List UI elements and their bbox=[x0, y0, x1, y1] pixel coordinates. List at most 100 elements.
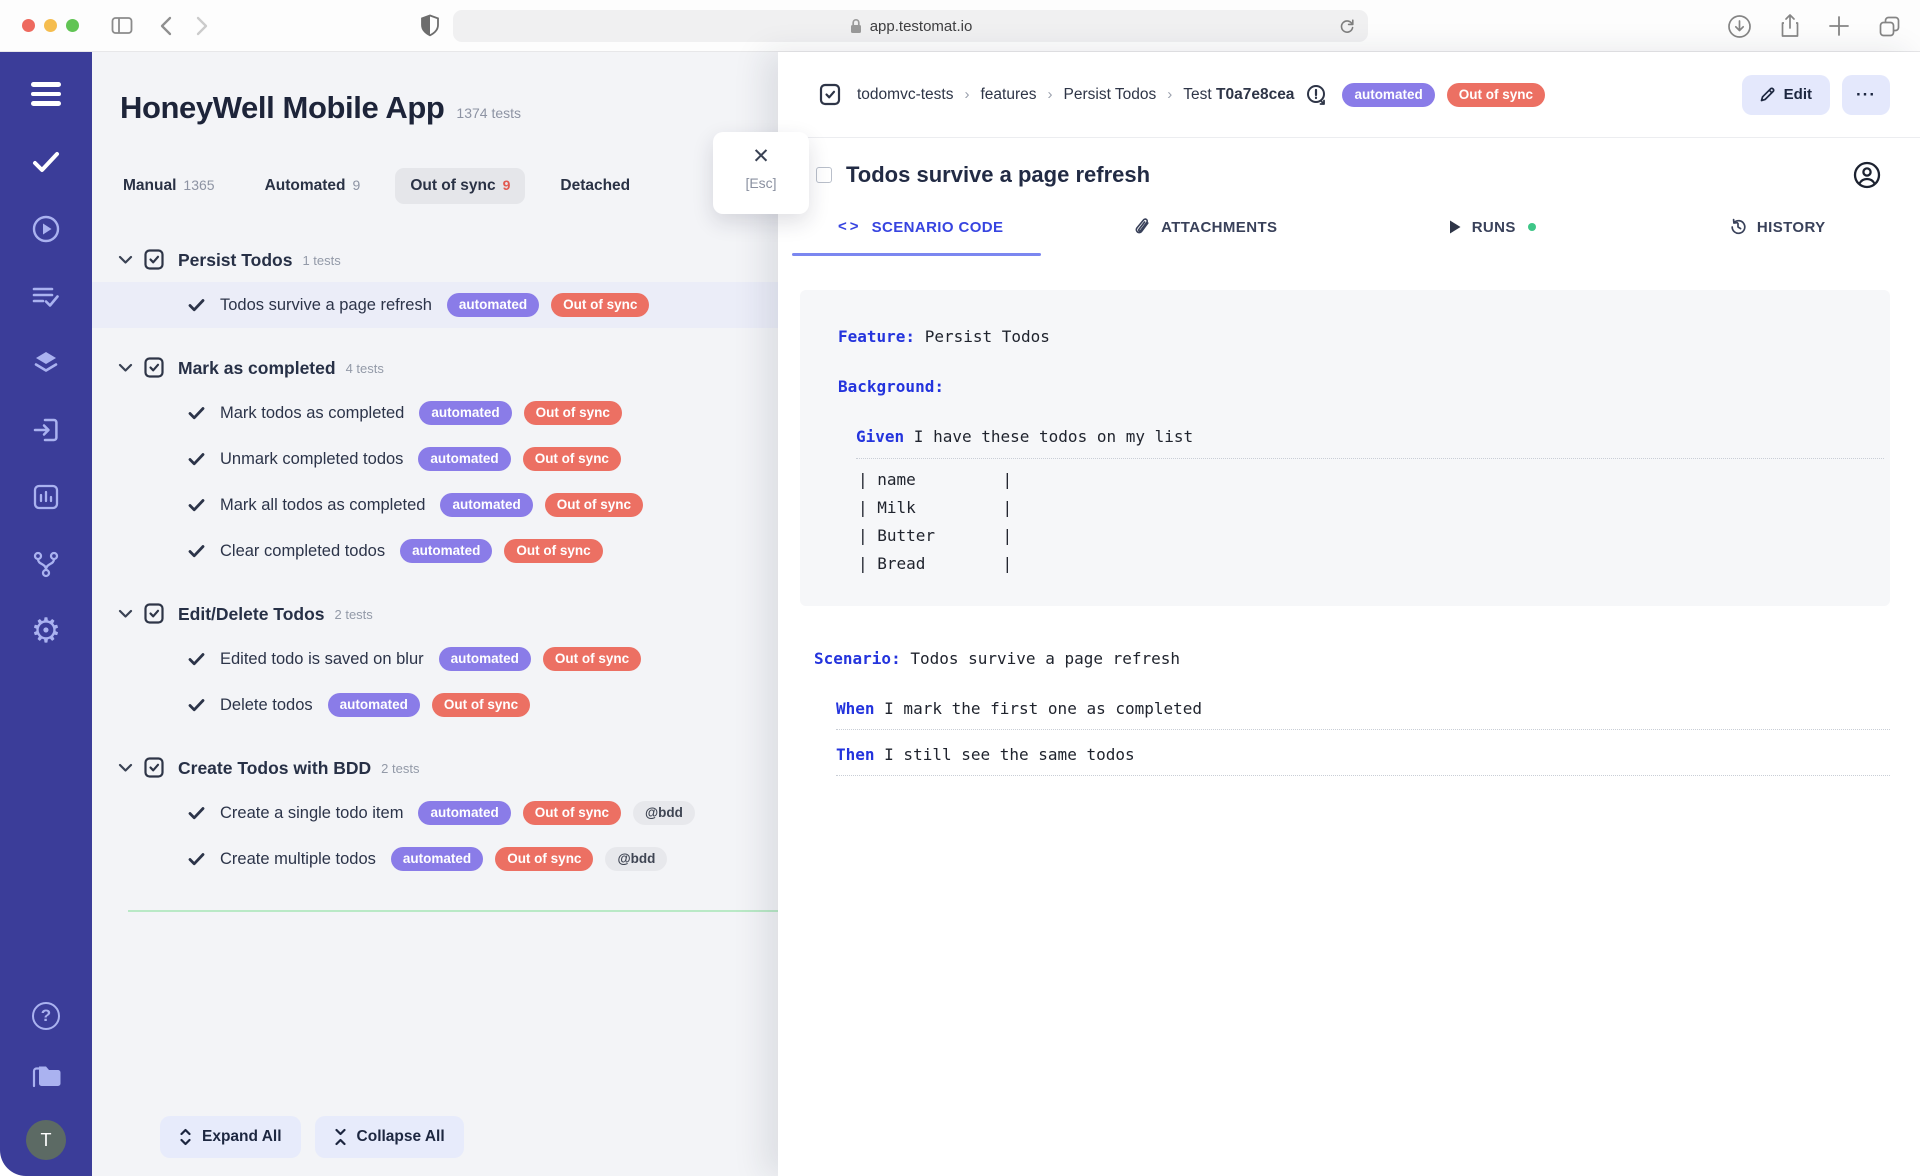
window-controls bbox=[22, 19, 79, 32]
detail-tab[interactable]: ATTACHMENTS bbox=[1064, 218, 1350, 256]
expand-all-button[interactable]: Expand All bbox=[160, 1116, 301, 1158]
share-icon[interactable] bbox=[1779, 13, 1801, 39]
test-row[interactable]: Create multiple todos automated Out of sy… bbox=[92, 836, 778, 882]
suite-checkbox-icon bbox=[143, 248, 165, 272]
expand-all-label: Expand All bbox=[202, 1128, 282, 1145]
breadcrumb-item[interactable]: Persist Todos bbox=[1064, 86, 1157, 104]
more-actions-button[interactable]: ··· bbox=[1842, 74, 1890, 115]
test-name[interactable]: Mark todos as completed bbox=[220, 404, 404, 423]
app-sidebar: ⚙ ? T bbox=[0, 52, 92, 1176]
chevron-down-icon[interactable] bbox=[118, 763, 133, 773]
suite-name[interactable]: Persist Todos bbox=[178, 250, 292, 271]
test-row[interactable]: Mark todos as completed automated Out of … bbox=[92, 390, 778, 436]
suite-count: 1 tests bbox=[302, 252, 341, 268]
filter-tab[interactable]: Out of sync 9 bbox=[395, 168, 526, 204]
automated-badge: automated bbox=[1342, 82, 1435, 107]
check-icon bbox=[188, 452, 205, 466]
test-row[interactable]: Edited todo is saved on blur automated Ou… bbox=[92, 636, 778, 682]
suite-row[interactable]: Edit/Delete Todos 2 tests bbox=[92, 598, 778, 630]
detail-tab[interactable]: RUNS bbox=[1349, 218, 1635, 256]
tab-overview-icon[interactable] bbox=[1877, 14, 1902, 39]
help-button[interactable]: ? bbox=[30, 1000, 62, 1032]
suite-name[interactable]: Create Todos with BDD bbox=[178, 758, 371, 779]
back-button[interactable] bbox=[159, 16, 172, 36]
new-tab-icon[interactable] bbox=[1828, 15, 1850, 37]
test-badges: automated Out of sync bbox=[440, 493, 643, 517]
downloads-icon[interactable] bbox=[1727, 14, 1752, 39]
suite-checkbox-icon bbox=[143, 356, 165, 380]
collapse-all-button[interactable]: Collapse All bbox=[314, 1116, 464, 1158]
title-checkbox[interactable] bbox=[816, 167, 832, 183]
close-icon[interactable]: ✕ bbox=[752, 146, 770, 167]
test-name[interactable]: Clear completed todos bbox=[220, 542, 385, 561]
detail-tab[interactable]: <> SCENARIO CODE bbox=[778, 218, 1064, 256]
sidebar-item-tests[interactable] bbox=[30, 146, 62, 178]
test-row[interactable]: Todos survive a page refresh automated Ou… bbox=[92, 282, 778, 328]
test-name[interactable]: Unmark completed todos bbox=[220, 450, 403, 469]
sidebar-toggle-icon[interactable] bbox=[111, 16, 133, 35]
sidebar-item-analytics[interactable] bbox=[30, 481, 62, 513]
gherkin-keyword: Then bbox=[836, 745, 875, 764]
out-of-sync-badge: Out of sync bbox=[495, 847, 594, 871]
sidebar-item-runs[interactable] bbox=[30, 213, 62, 245]
gherkin-line: | Bread | bbox=[858, 551, 1884, 576]
suite-name[interactable]: Mark as completed bbox=[178, 358, 336, 379]
refresh-icon[interactable] bbox=[1338, 17, 1356, 35]
suite-name[interactable]: Edit/Delete Todos bbox=[178, 604, 325, 625]
sidebar-item-suites[interactable] bbox=[30, 347, 62, 379]
test-name[interactable]: Edited todo is saved on blur bbox=[220, 650, 424, 669]
test-name[interactable]: Delete todos bbox=[220, 696, 313, 715]
chevron-down-icon[interactable] bbox=[118, 609, 133, 619]
suite-row[interactable]: Mark as completed 4 tests bbox=[92, 352, 778, 384]
test-detail-panel: todomvc-tests › features › Persist Todos › Te… bbox=[778, 52, 1920, 1176]
code-icon: <> bbox=[838, 218, 862, 235]
close-window-button[interactable] bbox=[22, 19, 35, 32]
test-name[interactable]: Create a single todo item bbox=[220, 804, 403, 823]
test-name[interactable]: Create multiple todos bbox=[220, 850, 376, 869]
gear-icon: ⚙ bbox=[30, 610, 62, 651]
filter-tab[interactable]: Automated 9 bbox=[250, 168, 376, 204]
sidebar-item-settings[interactable]: ⚙ bbox=[30, 610, 62, 651]
drop-indicator-line bbox=[128, 910, 778, 912]
check-icon bbox=[188, 806, 205, 820]
sidebar-item-import[interactable] bbox=[30, 414, 62, 446]
menu-button[interactable] bbox=[31, 82, 61, 106]
forward-button[interactable] bbox=[196, 16, 209, 36]
detail-tab[interactable]: HISTORY bbox=[1635, 218, 1920, 256]
user-avatar[interactable]: T bbox=[26, 1120, 66, 1160]
chevron-down-icon[interactable] bbox=[118, 255, 133, 265]
test-row[interactable]: Create a single todo item automated Out o… bbox=[92, 790, 778, 836]
test-row[interactable]: Mark all todos as completed automated Out… bbox=[92, 482, 778, 528]
filter-tab[interactable]: Manual 1365 bbox=[108, 168, 230, 204]
test-row[interactable]: Delete todos automated Out of sync bbox=[92, 682, 778, 728]
privacy-shield-icon[interactable] bbox=[419, 13, 441, 39]
test-row[interactable]: Clear completed todos automated Out of sy… bbox=[92, 528, 778, 574]
gherkin-text: | name | bbox=[858, 470, 1013, 489]
projects-button[interactable] bbox=[30, 1060, 62, 1092]
breadcrumb-item[interactable]: features bbox=[980, 86, 1036, 104]
out-of-sync-badge: Out of sync bbox=[522, 801, 621, 825]
gherkin-line: Scenario: Todos survive a page refresh bbox=[814, 648, 1890, 670]
sidebar-item-branches[interactable] bbox=[30, 548, 62, 580]
suite-tests: Todos survive a page refresh automated Ou… bbox=[92, 282, 778, 328]
suite-row[interactable]: Create Todos with BDD 2 tests bbox=[92, 752, 778, 784]
automated-badge: automated bbox=[446, 293, 540, 317]
test-name[interactable]: Mark all todos as completed bbox=[220, 496, 425, 515]
breadcrumb-item[interactable]: todomvc-tests bbox=[857, 86, 953, 104]
edit-button[interactable]: Edit bbox=[1741, 74, 1830, 115]
folder-icon bbox=[32, 1066, 61, 1088]
filter-tab[interactable]: Detached bbox=[545, 168, 645, 204]
zoom-window-button[interactable] bbox=[66, 19, 79, 32]
sidebar-item-test-plans[interactable] bbox=[30, 280, 62, 312]
gherkin-line: | name | bbox=[858, 467, 1884, 492]
out-of-sync-badge: Out of sync bbox=[551, 293, 650, 317]
breadcrumb-separator: › bbox=[1167, 86, 1173, 103]
assignee-icon[interactable] bbox=[1852, 160, 1882, 190]
chevron-down-icon[interactable] bbox=[118, 363, 133, 373]
minimize-window-button[interactable] bbox=[44, 19, 57, 32]
test-name[interactable]: Todos survive a page refresh bbox=[220, 296, 432, 315]
url-bar[interactable]: app.testomat.io bbox=[453, 10, 1368, 42]
suite-row[interactable]: Persist Todos 1 tests bbox=[92, 244, 778, 276]
test-row[interactable]: Unmark completed todos automated Out of s… bbox=[92, 436, 778, 482]
lock-icon bbox=[849, 18, 863, 35]
